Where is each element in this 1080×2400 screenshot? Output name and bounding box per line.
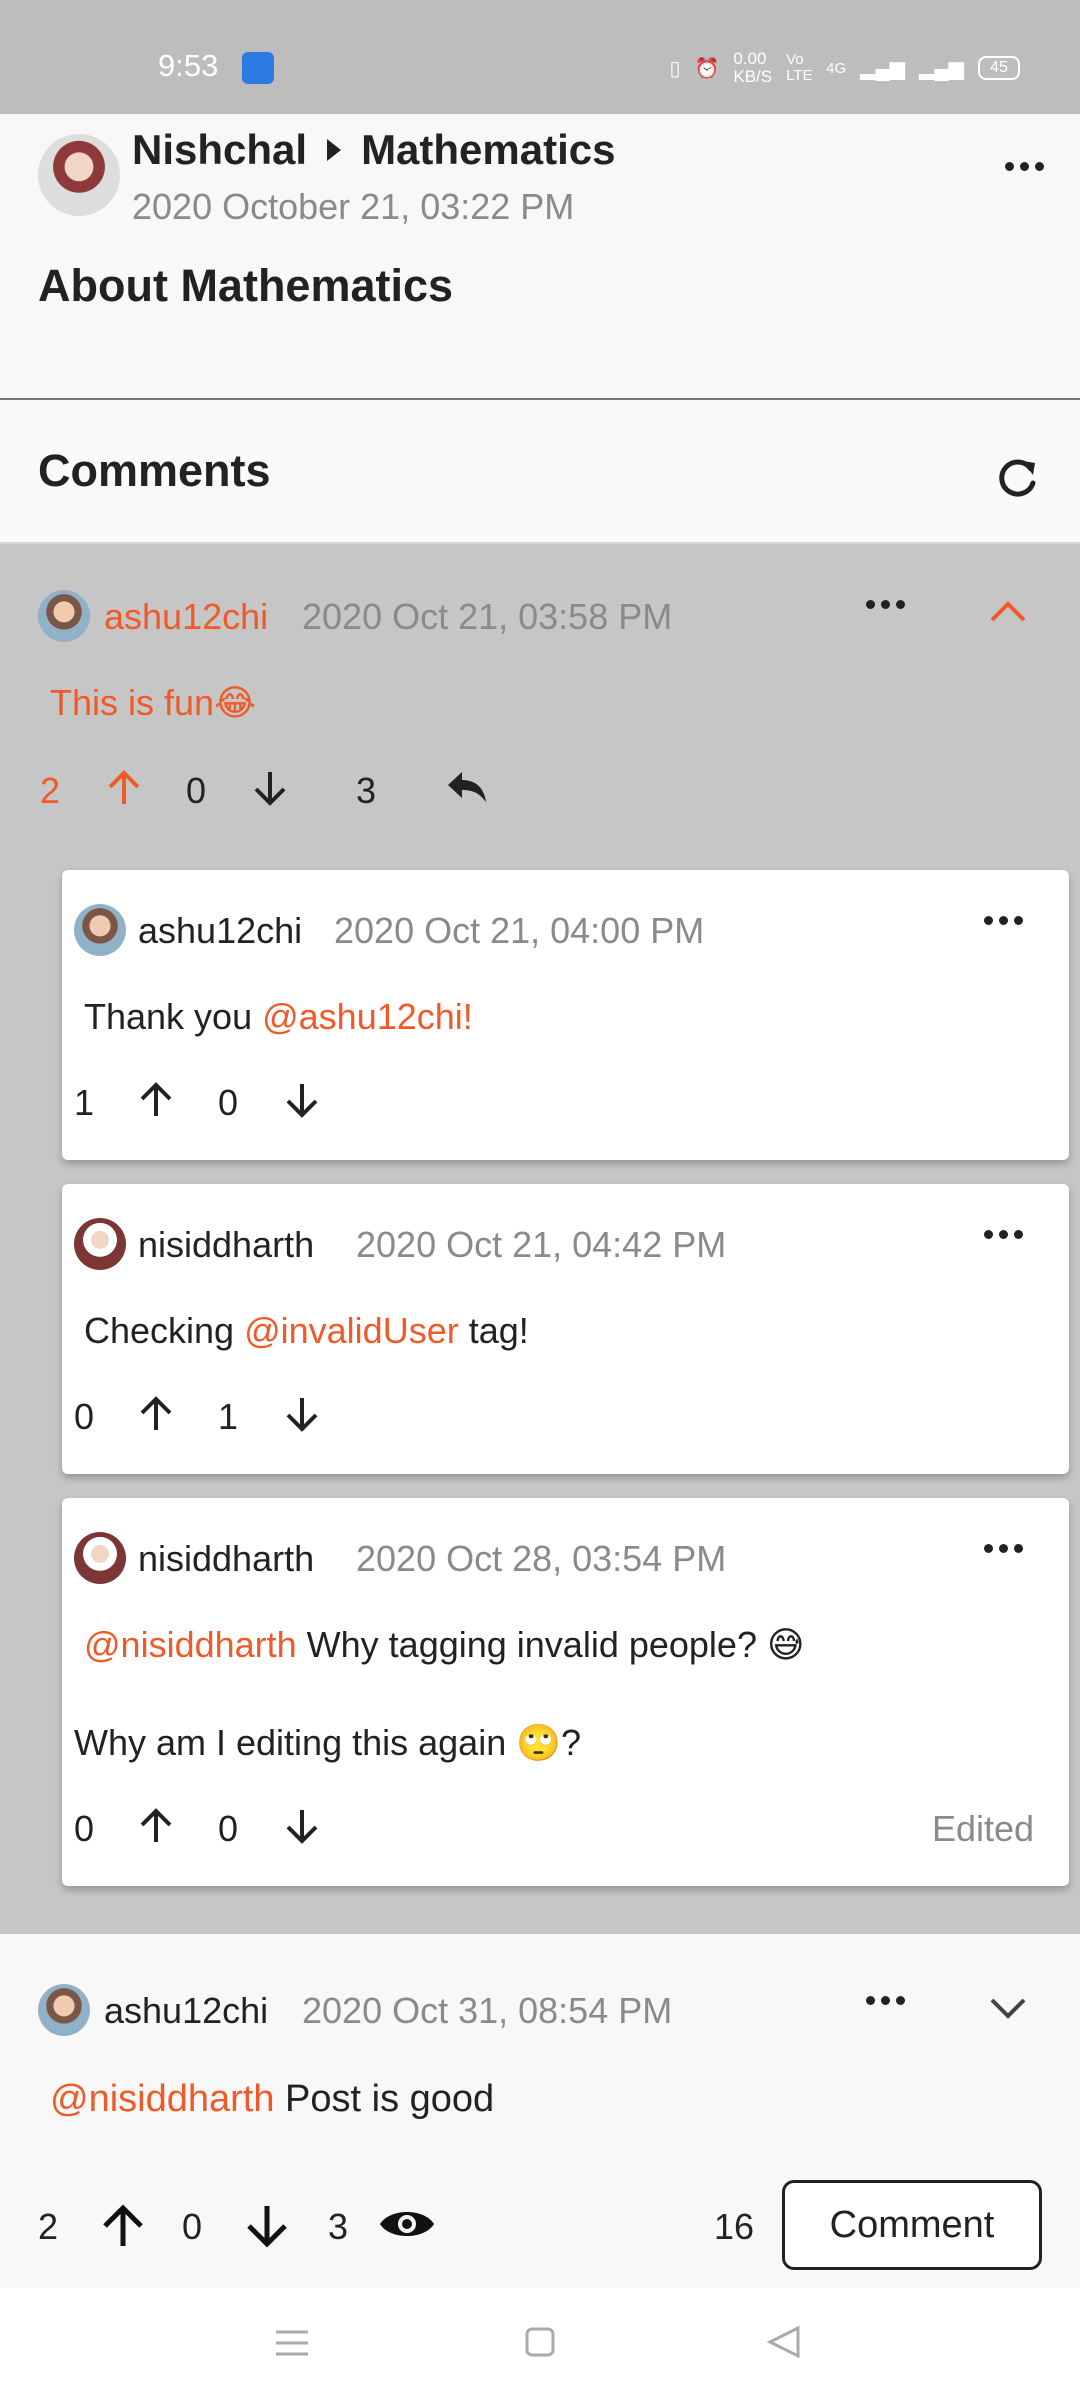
comment-avatar[interactable] — [38, 590, 90, 642]
reply-count: 3 — [356, 770, 377, 811]
post-author-line: Nishchal Mathematics — [132, 126, 615, 174]
comment-text: @nisiddharth Post is good — [50, 2078, 494, 2121]
upvote-count: 0 — [74, 1808, 95, 1849]
chevron-down-icon[interactable] — [988, 1996, 1028, 2022]
comment-more-icon[interactable] — [866, 600, 905, 609]
reply-more-icon[interactable] — [984, 1544, 1023, 1553]
arrow-up-icon[interactable] — [106, 768, 142, 808]
reply-text-suffix: Why tagging invalid people? 😅 — [296, 1624, 805, 1665]
post-category[interactable]: Mathematics — [361, 126, 615, 174]
reply-more-icon[interactable] — [984, 916, 1023, 925]
arrow-down-icon[interactable] — [244, 2202, 290, 2250]
post-title: About Mathematics — [38, 260, 454, 311]
upvote-count: 1 — [74, 1082, 95, 1123]
comment-button[interactable]: Comment — [782, 2180, 1042, 2270]
post-author[interactable]: Nishchal — [132, 126, 307, 174]
alarm-icon: ⏰ — [694, 57, 720, 80]
post-more-icon[interactable] — [1005, 162, 1044, 171]
mention-link[interactable]: @ashu12chi! — [262, 996, 473, 1037]
reply-text: @nisiddharth Why tagging invalid people?… — [84, 1624, 805, 1666]
reply-icon[interactable] — [446, 768, 488, 804]
post-downvote-count: 0 — [182, 2206, 203, 2247]
comment-text: This is fun😂 — [50, 682, 257, 723]
comment-username[interactable]: ashu12chi — [104, 596, 268, 638]
view-count: 3 — [328, 2206, 349, 2247]
reply-text: Checking @invalidUser tag! — [84, 1310, 529, 1352]
comment-username[interactable]: ashu12chi — [104, 1990, 268, 2032]
reply-username[interactable]: ashu12chi — [138, 910, 302, 952]
arrow-up-icon[interactable] — [138, 1806, 174, 1846]
arrow-up-icon[interactable] — [100, 2202, 146, 2250]
volte-label: Vo LTE — [786, 51, 813, 84]
comments-title: Comments — [38, 445, 271, 496]
reply-avatar[interactable] — [74, 904, 126, 956]
reply-avatar[interactable] — [74, 1218, 126, 1270]
signal-icon: ▂▄▆ — [860, 57, 906, 80]
reply-text-suffix: tag! — [458, 1310, 529, 1351]
downvote-count: 0 — [218, 1808, 239, 1849]
speed-value: 0.00 — [733, 49, 767, 68]
chevron-up-icon[interactable] — [988, 598, 1028, 624]
comment-date: 2020 Oct 21, 03:58 PM — [302, 596, 673, 637]
mention-link[interactable]: @invalidUser — [244, 1310, 459, 1351]
comment-avatar[interactable] — [38, 1984, 90, 2036]
reply-more-icon[interactable] — [984, 1230, 1023, 1239]
arrow-down-icon[interactable] — [252, 768, 288, 808]
arrow-down-icon[interactable] — [284, 1394, 320, 1434]
arrow-down-icon[interactable] — [284, 1806, 320, 1846]
refresh-icon[interactable] — [993, 455, 1041, 503]
vibrate-icon: ▯ — [669, 57, 681, 80]
arrow-up-icon[interactable] — [138, 1394, 174, 1434]
reply-date: 2020 Oct 28, 03:54 PM — [356, 1538, 727, 1579]
menu-icon[interactable] — [274, 2328, 310, 2358]
arrow-up-icon[interactable] — [138, 1080, 174, 1120]
back-icon[interactable] — [766, 2324, 802, 2360]
reply-username[interactable]: nisiddharth — [138, 1538, 314, 1580]
caret-right-icon — [325, 137, 343, 163]
android-app-icon — [242, 52, 274, 84]
post-date: 2020 October 21, 03:22 PM — [132, 186, 575, 227]
downvote-count: 1 — [218, 1396, 239, 1437]
downvote-count: 0 — [218, 1082, 239, 1123]
comment-more-icon[interactable] — [866, 1996, 905, 2005]
reply-date: 2020 Oct 21, 04:42 PM — [356, 1224, 727, 1265]
eye-icon — [378, 2204, 436, 2244]
author-avatar[interactable] — [38, 134, 120, 216]
reply-date: 2020 Oct 21, 04:00 PM — [334, 910, 705, 951]
upvote-count: 2 — [40, 770, 61, 811]
network-4g-label: 4G — [826, 59, 847, 77]
comment-date: 2020 Oct 31, 08:54 PM — [302, 1990, 673, 2031]
post-upvote-count: 2 — [38, 2206, 59, 2247]
reply-username[interactable]: nisiddharth — [138, 1224, 314, 1266]
edited-label: Edited — [932, 1808, 1035, 1849]
mention-link[interactable]: @nisiddharth — [84, 1624, 297, 1665]
reply-text-prefix: Checking — [84, 1310, 245, 1351]
status-time: 9:53 — [158, 48, 219, 83]
network-speed: 0.00 KB/S — [733, 50, 772, 86]
downvote-count: 0 — [186, 770, 207, 811]
comment-count: 16 — [714, 2206, 755, 2247]
reply-text: Thank you @ashu12chi! — [84, 996, 473, 1038]
status-icons: ▯ ⏰ 0.00 KB/S Vo LTE 4G ▂▄▆ ▂▄▆ 45 — [669, 50, 1020, 86]
reply-avatar[interactable] — [74, 1532, 126, 1584]
reply-text-line2: Why am I editing this again 🙄? — [74, 1722, 582, 1763]
reply-text-prefix: Thank you — [84, 996, 263, 1037]
comment-text-suffix: Post is good — [274, 2078, 495, 2120]
battery-icon: 45 — [978, 56, 1020, 80]
battery-level: 45 — [990, 59, 1008, 76]
home-icon[interactable] — [524, 2326, 556, 2358]
upvote-count: 0 — [74, 1396, 95, 1437]
arrow-down-icon[interactable] — [284, 1080, 320, 1120]
speed-unit: KB/S — [733, 67, 773, 86]
signal-icon-2: ▂▄▆ — [919, 57, 964, 80]
mention-link[interactable]: @nisiddharth — [50, 2078, 274, 2120]
